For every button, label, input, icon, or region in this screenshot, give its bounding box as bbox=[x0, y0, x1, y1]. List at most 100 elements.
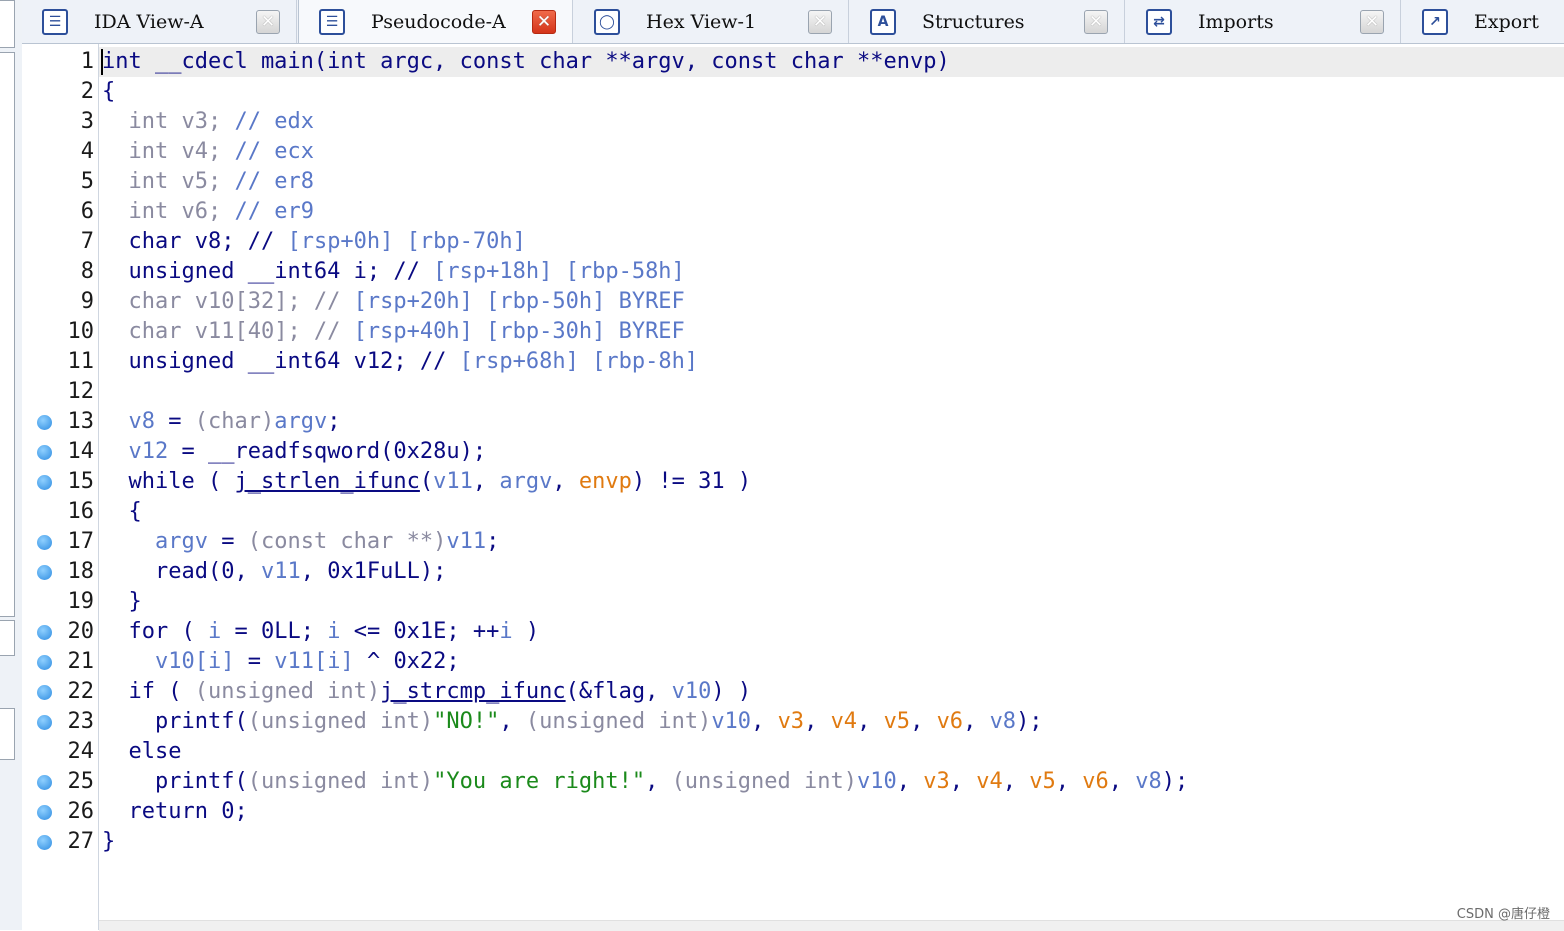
line-number: 5 bbox=[80, 169, 94, 194]
line-number: 9 bbox=[80, 289, 94, 314]
code-text: v10[i] = v11[i] ^ 0x22; bbox=[154, 649, 460, 674]
tab-label: IDA View-A bbox=[94, 10, 204, 33]
code-line[interactable]: 7 char v8; // [rsp+0h] [rbp-70h] bbox=[22, 227, 1564, 257]
tab-pseudocode-a[interactable]: ☰ Pseudocode-A ✕ bbox=[298, 0, 573, 43]
line-number: 25 bbox=[67, 769, 95, 794]
left-panel-segment bbox=[0, 708, 15, 760]
code-line[interactable]: 5 int v5; // er8 bbox=[22, 167, 1564, 197]
code-line[interactable]: 16 { bbox=[22, 497, 1564, 527]
line-number: 18 bbox=[67, 559, 95, 584]
code-text: printf((unsigned int)"NO!", (unsigned in… bbox=[154, 709, 1043, 734]
tab-ida-view-a[interactable]: ☰ IDA View-A ✕ bbox=[22, 0, 297, 43]
code-line[interactable]: 15 while ( j_strlen_ifunc(v11, argv, env… bbox=[22, 467, 1564, 497]
code-line[interactable]: 4 int v4; // ecx bbox=[22, 137, 1564, 167]
code-text: } bbox=[128, 589, 142, 614]
hex-view-icon: ◯ bbox=[594, 8, 620, 35]
code-line[interactable]: 24 else bbox=[22, 737, 1564, 767]
line-number: 19 bbox=[67, 589, 95, 614]
tab-exports[interactable]: ↗ Export bbox=[1402, 0, 1564, 43]
code-line[interactable]: 22 if ( (unsigned int)j_strcmp_ifunc(&fl… bbox=[22, 677, 1564, 707]
exports-icon: ↗ bbox=[1422, 8, 1448, 35]
code-text: while ( j_strlen_ifunc(v11, argv, envp) … bbox=[128, 469, 752, 494]
tab-imports[interactable]: ⇄ Imports ✕ bbox=[1126, 0, 1401, 43]
code-line[interactable]: 8 unsigned __int64 i; // [rsp+18h] [rbp-… bbox=[22, 257, 1564, 287]
left-panel-segment bbox=[0, 52, 15, 617]
code-line[interactable]: 18 read(0, v11, 0x1FuLL); bbox=[22, 557, 1564, 587]
code-line[interactable]: 3 int v3; // edx bbox=[22, 107, 1564, 137]
code-text: for ( i = 0LL; i <= 0x1E; ++i ) bbox=[128, 619, 540, 644]
code-text: int v5; // er8 bbox=[128, 169, 314, 194]
text-caret bbox=[101, 49, 103, 75]
code-line[interactable]: 9 char v10[32]; // [rsp+20h] [rbp-50h] B… bbox=[22, 287, 1564, 317]
code-line[interactable]: 12 bbox=[22, 377, 1564, 407]
code-text: v8 = (char)argv; bbox=[128, 409, 341, 434]
code-text: int v6; // er9 bbox=[128, 199, 314, 224]
code-line[interactable]: 17 argv = (const char **)v11; bbox=[22, 527, 1564, 557]
line-number: 26 bbox=[67, 799, 95, 824]
left-panel-segment bbox=[0, 0, 15, 48]
tab-label: Structures bbox=[922, 10, 1025, 33]
code-line[interactable]: 11 unsigned __int64 v12; // [rsp+68h] [r… bbox=[22, 347, 1564, 377]
tab-label: Pseudocode-A bbox=[371, 10, 506, 33]
code-text: unsigned __int64 v12; // [rsp+68h] [rbp-… bbox=[128, 349, 699, 374]
tab-label: Export bbox=[1474, 10, 1539, 33]
code-text: { bbox=[128, 499, 142, 524]
code-text: char v10[32]; // [rsp+20h] [rbp-50h] BYR… bbox=[128, 289, 685, 314]
tab-label: Imports bbox=[1198, 10, 1274, 33]
line-number: 17 bbox=[67, 529, 95, 554]
close-icon[interactable]: ✕ bbox=[532, 10, 556, 34]
close-icon[interactable]: ✕ bbox=[808, 10, 832, 34]
code-text: } bbox=[102, 829, 116, 854]
imports-icon: ⇄ bbox=[1146, 8, 1172, 35]
code-line[interactable]: 1 int __cdecl main(int argc, const char *… bbox=[22, 47, 1564, 77]
code-line[interactable]: 14 v12 = __readfsqword(0x28u); bbox=[22, 437, 1564, 467]
code-line[interactable]: 2{ bbox=[22, 77, 1564, 107]
code-line[interactable]: 6 int v6; // er9 bbox=[22, 197, 1564, 227]
horizontal-scrollbar[interactable] bbox=[99, 920, 1564, 931]
code-line[interactable]: 27} bbox=[22, 827, 1564, 857]
code-text: read(0, v11, 0x1FuLL); bbox=[154, 559, 447, 584]
tab-structures[interactable]: A Structures ✕ bbox=[850, 0, 1125, 43]
close-icon[interactable]: ✕ bbox=[1084, 10, 1108, 34]
close-icon[interactable]: ✕ bbox=[1360, 10, 1384, 34]
line-number: 22 bbox=[67, 679, 95, 704]
code-text: int v3; // edx bbox=[128, 109, 314, 134]
code-text: char v8; // [rsp+0h] [rbp-70h] bbox=[128, 229, 526, 254]
line-number: 13 bbox=[67, 409, 95, 434]
code-line[interactable]: 21 v10[i] = v11[i] ^ 0x22; bbox=[22, 647, 1564, 677]
line-number: 21 bbox=[67, 649, 95, 674]
left-panel-strip bbox=[0, 0, 23, 930]
code-line[interactable]: 13 v8 = (char)argv; bbox=[22, 407, 1564, 437]
line-number: 24 bbox=[67, 739, 95, 764]
close-icon[interactable]: ✕ bbox=[256, 10, 280, 34]
code-text: char v11[40]; // [rsp+40h] [rbp-30h] BYR… bbox=[128, 319, 685, 344]
tab-hex-view-1[interactable]: ◯ Hex View-1 ✕ bbox=[574, 0, 849, 43]
code-line[interactable]: 26 return 0; bbox=[22, 797, 1564, 827]
line-number: 12 bbox=[67, 379, 95, 404]
line-number: 10 bbox=[67, 319, 95, 344]
code-line[interactable]: 25 printf((unsigned int)"You are right!"… bbox=[22, 767, 1564, 797]
line-number: 11 bbox=[67, 349, 95, 374]
code-line[interactable]: 10 char v11[40]; // [rsp+40h] [rbp-30h] … bbox=[22, 317, 1564, 347]
line-number: 23 bbox=[67, 709, 95, 734]
tab-label: Hex View-1 bbox=[646, 10, 757, 33]
line-number: 1 bbox=[80, 49, 94, 74]
tab-bar: ☰ IDA View-A ✕ ☰ Pseudocode-A ✕ ◯ Hex Vi… bbox=[22, 0, 1564, 44]
line-number: 20 bbox=[67, 619, 95, 644]
line-number: 3 bbox=[80, 109, 94, 134]
code-line[interactable]: 19 } bbox=[22, 587, 1564, 617]
watermark: CSDN @唐仔橙 bbox=[1456, 907, 1550, 922]
line-number: 14 bbox=[67, 439, 95, 464]
code-line[interactable]: 23 printf((unsigned int)"NO!", (unsigned… bbox=[22, 707, 1564, 737]
pseudocode-icon: ☰ bbox=[319, 8, 345, 35]
line-number: 4 bbox=[80, 139, 94, 164]
code-text: else bbox=[128, 739, 182, 764]
line-number: 7 bbox=[80, 229, 94, 254]
code-text: { bbox=[102, 79, 116, 104]
code-text: printf((unsigned int)"You are right!", (… bbox=[154, 769, 1189, 794]
structures-icon: A bbox=[870, 8, 896, 35]
line-number: 2 bbox=[80, 79, 94, 104]
code-text: int __cdecl main(int argc, const char **… bbox=[102, 49, 950, 74]
line-number: 8 bbox=[80, 259, 94, 284]
code-line[interactable]: 20 for ( i = 0LL; i <= 0x1E; ++i ) bbox=[22, 617, 1564, 647]
